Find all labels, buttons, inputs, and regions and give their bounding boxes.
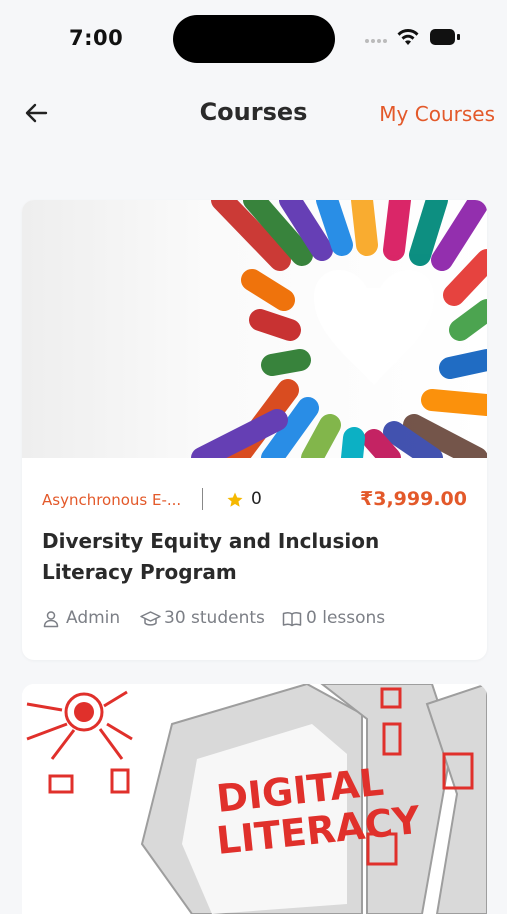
app-header: Courses My Courses — [0, 86, 507, 142]
user-icon — [43, 611, 59, 628]
course-stats: Admin 30 students 0 lessons — [42, 608, 472, 630]
lessons-count: 0 lessons — [306, 608, 386, 628]
signal-icon — [365, 36, 391, 44]
course-image-digital-literacy: DIGITAL LITERACY — [22, 684, 487, 914]
meta-divider — [202, 488, 203, 510]
book-icon — [282, 612, 302, 627]
course-price: ₹3,999.00 — [360, 488, 467, 510]
course-title[interactable]: Diversity Equity and Inclusion Literacy … — [42, 526, 462, 588]
author-name: Admin — [66, 608, 121, 628]
battery-icon — [430, 29, 460, 45]
graduation-cap-icon — [140, 611, 161, 626]
students-count: 30 students — [164, 608, 265, 628]
course-rating: 0 — [251, 489, 262, 509]
star-icon — [227, 492, 243, 507]
course-card[interactable]: Asynchronous E-... 0 ₹3,999.00 Diversity… — [22, 200, 487, 660]
course-category[interactable]: Asynchronous E-... — [42, 491, 181, 509]
dynamic-island — [173, 15, 335, 63]
course-image-hands-heart — [22, 200, 487, 458]
course-meta-row: Asynchronous E-... 0 ₹3,999.00 — [42, 488, 467, 512]
course-card[interactable]: DIGITAL LITERACY — [22, 684, 487, 914]
status-time: 7:00 — [69, 26, 124, 50]
status-bar: 7:00 — [0, 0, 507, 78]
wifi-icon — [397, 29, 419, 45]
my-courses-link[interactable]: My Courses — [379, 102, 495, 126]
